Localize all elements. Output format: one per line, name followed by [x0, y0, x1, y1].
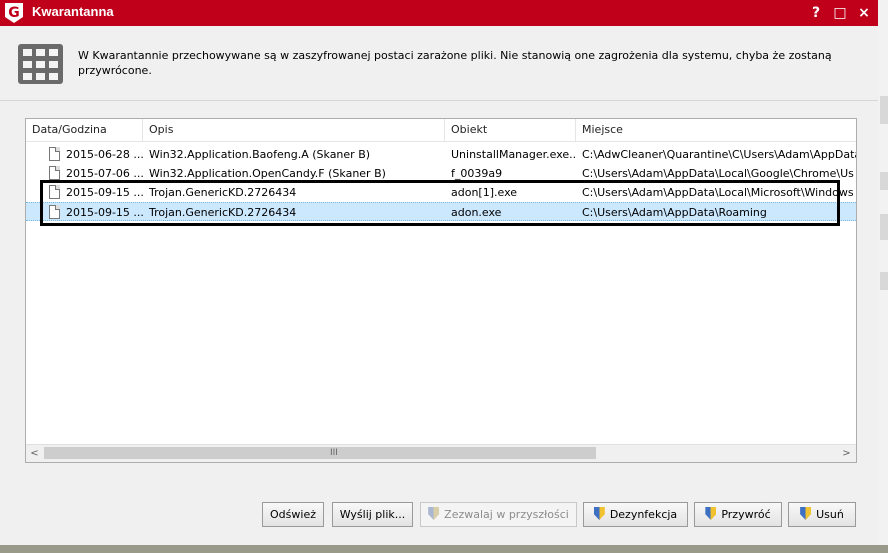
column-object[interactable]: Obiekt	[445, 119, 576, 141]
shield-icon	[428, 507, 440, 520]
table-row-selected[interactable]: 2015-09-15 ... Trojan.GenericKD.2726434 …	[26, 202, 856, 221]
row-object: adon[1].exe	[451, 186, 518, 199]
allow-future-button[interactable]: Zezwalaj w przyszłości	[420, 502, 577, 527]
refresh-button[interactable]: Odśwież	[262, 502, 324, 527]
maximize-button[interactable]: □	[830, 3, 850, 23]
gdata-logo-icon: G	[5, 3, 23, 23]
shield-icon	[705, 507, 717, 520]
row-date: 2015-09-15 ...	[66, 206, 143, 219]
file-icon	[49, 185, 60, 199]
row-description: Win32.Application.Baofeng.A (Skaner B)	[149, 148, 371, 161]
row-description: Trojan.GenericKD.2726434	[149, 206, 297, 219]
row-object: UninstallManager.exe...	[451, 148, 576, 161]
list-header: Data/Godzina Opis Obiekt Miejsce	[26, 119, 856, 142]
send-file-button[interactable]: Wyślij plik...	[332, 502, 413, 527]
allow-future-button-label: Zezwalaj w przyszłości	[444, 508, 569, 521]
row-date: 2015-07-06 ...	[66, 167, 143, 180]
info-panel: W Kwarantannie przechowywane są w zaszyf…	[0, 26, 878, 101]
row-object: adon.exe	[451, 206, 502, 219]
title-bar: G Kwarantanna ? □ ×	[0, 0, 878, 26]
quarantine-grid-icon	[18, 44, 63, 84]
close-button[interactable]: ×	[854, 3, 874, 23]
column-description[interactable]: Opis	[143, 119, 445, 141]
column-location[interactable]: Miejsce	[576, 119, 856, 141]
file-icon	[49, 205, 60, 219]
table-row[interactable]: 2015-09-15 ... Trojan.GenericKD.2726434 …	[26, 183, 856, 202]
scroll-grip-icon: III	[330, 448, 338, 458]
row-object: f_0039a9	[451, 167, 503, 180]
row-location: C:\Users\Adam\AppData\Roaming	[582, 206, 767, 219]
shield-icon	[800, 507, 812, 520]
info-text: W Kwarantannie przechowywane są w zaszyf…	[78, 49, 832, 77]
row-location: C:\Users\Adam\AppData\Local\Microsoft\Wi…	[582, 186, 854, 199]
restore-button[interactable]: Przywróć	[694, 502, 782, 527]
row-date: 2015-09-15 ...	[66, 186, 143, 199]
refresh-button-label: Odśwież	[270, 508, 316, 521]
scroll-left-arrow-icon[interactable]: <	[26, 445, 43, 462]
horizontal-scrollbar[interactable]: < III >	[26, 444, 856, 462]
table-row[interactable]: 2015-06-28 ... Win32.Application.Baofeng…	[26, 145, 856, 164]
scrollbar-thumb[interactable]: III	[44, 447, 596, 459]
scroll-right-arrow-icon[interactable]: >	[838, 445, 855, 462]
row-location: C:\Users\Adam\AppData\Local\Google\Chrom…	[582, 167, 854, 180]
send-file-button-label: Wyślij plik...	[339, 508, 406, 521]
row-location: C:\AdwCleaner\Quarantine\C\Users\Adam\Ap…	[582, 148, 856, 161]
row-description: Win32.Application.OpenCandy.F (Skaner B)	[149, 167, 386, 180]
file-icon	[49, 166, 60, 180]
delete-button[interactable]: Usuń	[788, 502, 856, 527]
disinfect-button-label: Dezynfekcja	[609, 508, 678, 521]
disinfect-button[interactable]: Dezynfekcja	[583, 502, 688, 527]
table-row[interactable]: 2015-07-06 ... Win32.Application.OpenCan…	[26, 164, 856, 183]
window-title: Kwarantanna	[32, 4, 114, 19]
row-date: 2015-06-28 ...	[66, 148, 143, 161]
delete-button-label: Usuń	[816, 508, 844, 521]
shield-icon	[593, 507, 605, 520]
column-date[interactable]: Data/Godzina	[26, 119, 143, 141]
background-desktop-strip	[0, 545, 888, 553]
restore-button-label: Przywróć	[721, 508, 771, 521]
background-window-edge	[878, 0, 888, 553]
quarantine-list[interactable]: Data/Godzina Opis Obiekt Miejsce 2015-06…	[25, 118, 857, 463]
row-description: Trojan.GenericKD.2726434	[149, 186, 297, 199]
file-icon	[49, 147, 60, 161]
help-button[interactable]: ?	[806, 3, 826, 23]
